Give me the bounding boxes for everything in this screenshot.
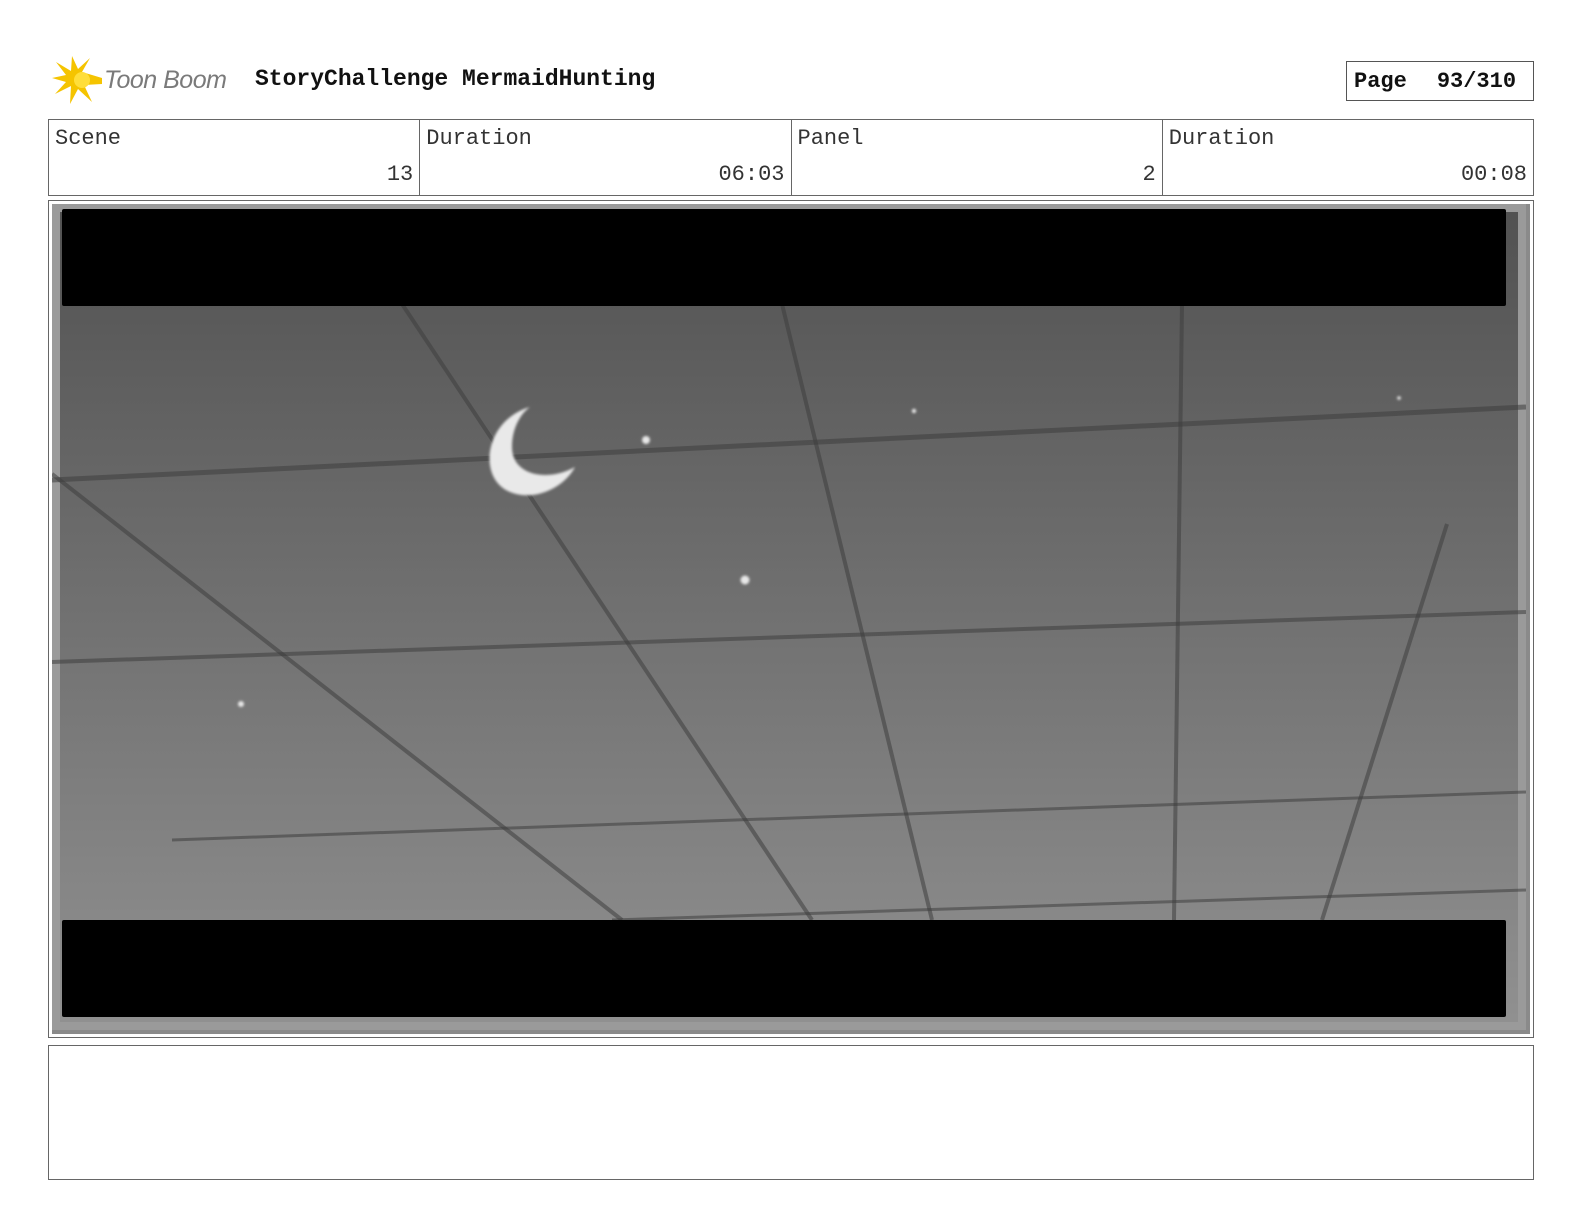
panel-cell: Panel 2 [792, 120, 1163, 195]
storyboard-image [52, 204, 1530, 1034]
panel-duration-label: Duration [1168, 126, 1275, 151]
scene-duration-value: 06:03 [718, 162, 785, 187]
panel-notes-box[interactable] [48, 1045, 1534, 1180]
letterbox-bottom [62, 920, 1506, 1017]
letterbox-top [62, 209, 1506, 306]
starburst-icon [52, 56, 102, 104]
panel-label: Panel [797, 126, 864, 151]
scene-info-table: Scene 13 Duration 06:03 Panel 2 Duration… [48, 119, 1534, 196]
page-label: Page [1354, 68, 1407, 94]
document-title: StoryChallenge MermaidHunting [255, 66, 656, 92]
scene-cell: Scene 13 [49, 120, 421, 195]
scene-duration-label: Duration [426, 126, 532, 151]
page-indicator: Page 93/310 [1346, 61, 1534, 101]
panel-duration-value: 00:08 [1460, 162, 1527, 187]
panel-value: 2 [1142, 162, 1156, 187]
logo-text: Toon Boom [104, 66, 227, 94]
scene-duration-cell: Duration 06:03 [420, 120, 792, 195]
scene-label: Scene [55, 126, 122, 151]
night-sky-illustration [52, 204, 1526, 1030]
page-number: 93/310 [1436, 68, 1517, 94]
storyboard-panel-frame [48, 200, 1534, 1038]
panel-duration-cell: Duration 00:08 [1163, 120, 1533, 195]
toon-boom-logo: Toon Boom [52, 56, 242, 106]
scene-value: 13 [386, 162, 414, 187]
